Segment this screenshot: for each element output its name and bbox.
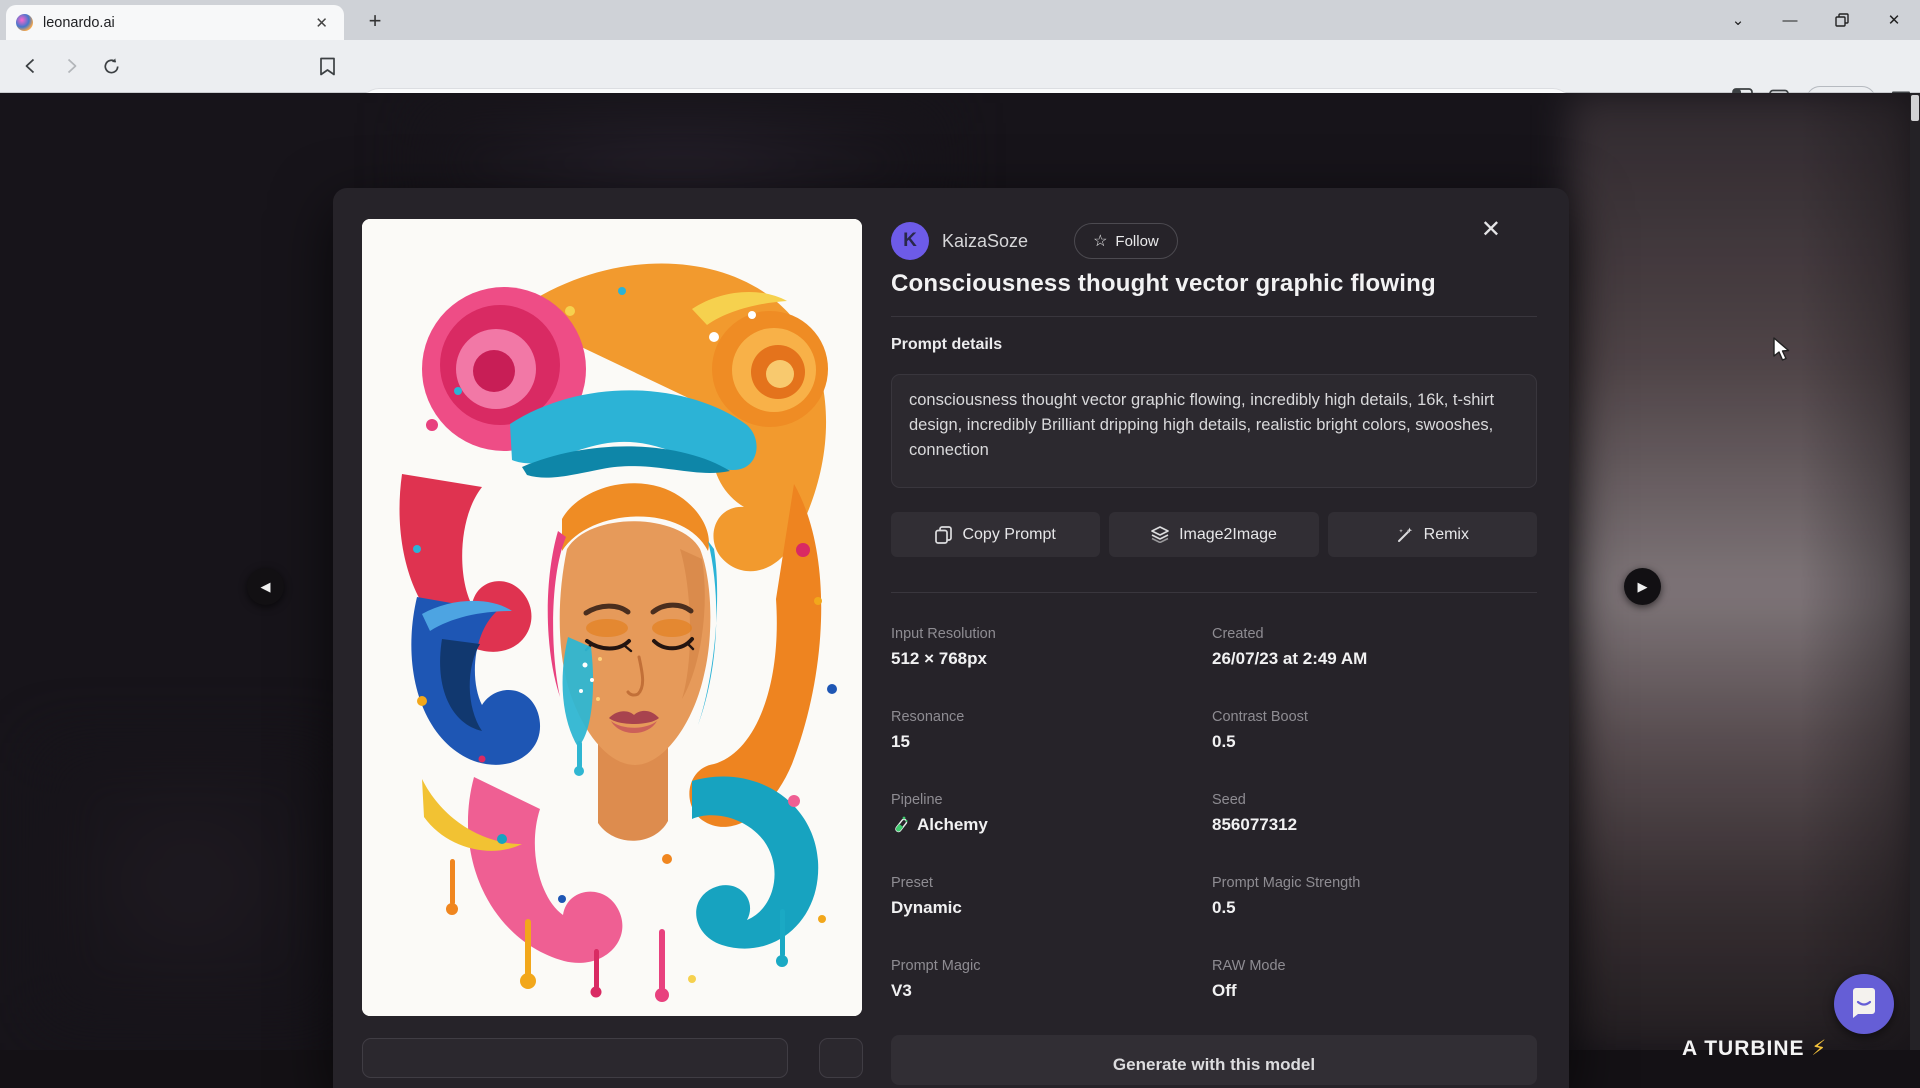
minimize-button[interactable]: — (1764, 0, 1816, 40)
username[interactable]: KaizaSoze (942, 231, 1028, 252)
browser-toolbar: app.leonardo.ai VPN (0, 40, 1920, 93)
image-detail-modal: K KaizaSoze ☆ Follow ✕ Consciousness tho… (333, 188, 1569, 1088)
leonardo-favicon (16, 14, 33, 31)
thumbnail-more-button[interactable] (819, 1038, 863, 1078)
remix-button[interactable]: Remix (1328, 512, 1537, 557)
reload-button[interactable] (94, 49, 128, 83)
tab-search-chevron-icon[interactable]: ⌄ (1712, 0, 1764, 40)
browser-tab[interactable]: leonardo.ai ✕ (6, 5, 344, 40)
chevron-left-icon: ◀ (261, 579, 271, 595)
generation-details-grid: Input Resolution 512 × 768px Created 26/… (891, 626, 1537, 1041)
support-chat-button[interactable] (1834, 974, 1894, 1034)
new-tab-button[interactable]: + (360, 8, 390, 36)
image-title: Consciousness thought vector graphic flo… (891, 270, 1436, 298)
image2image-label: Image2Image (1179, 526, 1277, 544)
chevron-right-icon: ▶ (1638, 579, 1648, 595)
detail-pipeline: Pipeline Alchemy (891, 792, 1212, 875)
detail-prompt-magic-strength: Prompt Magic Strength 0.5 (1212, 875, 1537, 958)
lightning-icon: ⚡ (1811, 1037, 1827, 1060)
copy-prompt-label: Copy Prompt (962, 526, 1055, 544)
back-button[interactable] (14, 49, 48, 83)
follow-button[interactable]: ☆ Follow (1074, 223, 1178, 259)
divider (891, 316, 1537, 317)
window-controls: ⌄ — ✕ (1712, 0, 1920, 40)
star-icon: ☆ (1093, 231, 1107, 251)
wand-icon (1396, 526, 1414, 544)
prompt-text-box[interactable]: consciousness thought vector graphic flo… (891, 374, 1537, 488)
close-icon[interactable]: ✕ (1481, 218, 1501, 242)
generated-artwork-image[interactable] (362, 219, 862, 1016)
detail-preset: Preset Dynamic (891, 875, 1212, 958)
scrollbar-thumb[interactable] (1911, 95, 1919, 121)
thumbnail-strip[interactable] (362, 1038, 788, 1078)
detail-resonance: Resonance 15 (891, 709, 1212, 792)
layers-icon (1151, 526, 1169, 543)
background-shade (1800, 93, 1920, 1050)
test-tube-icon (891, 815, 909, 835)
generate-with-model-button[interactable]: Generate with this model (891, 1035, 1537, 1085)
action-buttons: Copy Prompt Image2Image Remix (891, 512, 1537, 557)
detail-seed: Seed 856077312 (1212, 792, 1537, 875)
copy-icon (935, 526, 952, 544)
next-image-button[interactable]: ▶ (1624, 568, 1661, 605)
tab-close-icon[interactable]: ✕ (309, 12, 334, 34)
detail-prompt-magic: Prompt Magic V3 (891, 958, 1212, 1041)
page-scrollbar[interactable] (1910, 93, 1920, 1050)
follow-label: Follow (1115, 233, 1158, 250)
close-window-button[interactable]: ✕ (1868, 0, 1920, 40)
video-watermark: A TURBINE ⚡ (1682, 1036, 1827, 1061)
divider (891, 592, 1537, 593)
detail-created: Created 26/07/23 at 2:49 AM (1212, 626, 1537, 709)
avatar[interactable]: K (891, 222, 929, 260)
detail-input-resolution: Input Resolution 512 × 768px (891, 626, 1212, 709)
mouse-cursor (1772, 337, 1794, 368)
detail-raw-mode: RAW Mode Off (1212, 958, 1537, 1041)
chat-icon (1849, 988, 1879, 1020)
prompt-details-heading: Prompt details (891, 336, 1002, 354)
detail-panel: K KaizaSoze ☆ Follow ✕ Consciousness tho… (891, 188, 1537, 1088)
background-blob (40, 743, 340, 1023)
detail-contrast-boost: Contrast Boost 0.5 (1212, 709, 1537, 792)
restore-button[interactable] (1816, 0, 1868, 40)
copy-prompt-button[interactable]: Copy Prompt (891, 512, 1100, 557)
remix-label: Remix (1424, 526, 1469, 544)
image2image-button[interactable]: Image2Image (1109, 512, 1318, 557)
bookmark-icon[interactable] (310, 49, 344, 83)
tab-title: leonardo.ai (43, 15, 309, 31)
tab-strip: leonardo.ai ✕ + ⌄ — ✕ (0, 0, 1920, 40)
forward-button[interactable] (54, 49, 88, 83)
previous-image-button[interactable]: ◀ (247, 568, 284, 605)
